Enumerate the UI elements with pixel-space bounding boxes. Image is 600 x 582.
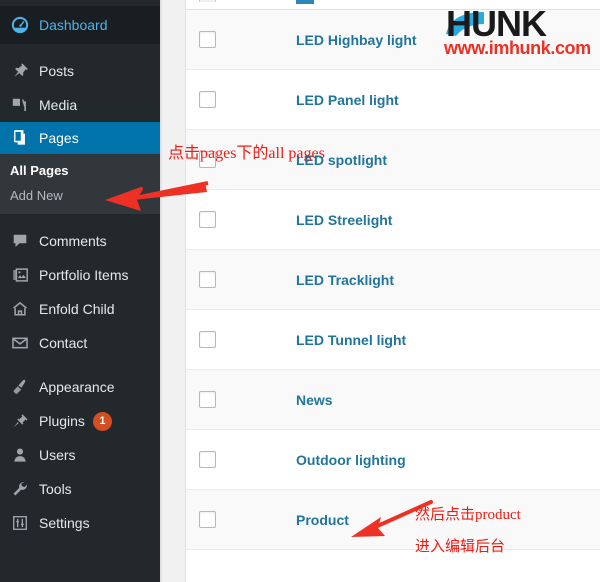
sidebar-item-tools[interactable]: Tools	[0, 472, 160, 506]
plug-icon	[10, 411, 30, 431]
comment-bubble-icon	[10, 231, 30, 251]
annotation-bottom-line2: 进入编辑后台	[415, 539, 506, 555]
admin-sidebar: Dashboard Posts Media Pages All Pages Ad…	[0, 0, 168, 582]
row-checkbox[interactable]	[199, 270, 216, 288]
user-icon	[10, 445, 30, 465]
sidebar-menu: Dashboard Posts Media Pages All Pages Ad…	[0, 6, 168, 540]
sidebar-item-label: Tools	[39, 481, 72, 497]
sidebar-item-label: Enfold Child	[39, 301, 115, 317]
sidebar-item-contact[interactable]: Contact	[0, 326, 160, 360]
pages-icon	[10, 128, 30, 148]
sidebar-item-label: Contact	[39, 335, 88, 351]
pages-list-table: LED Highbay light LED Panel light LED sp…	[185, 0, 600, 582]
row-checkbox[interactable]	[199, 210, 216, 228]
table-row[interactable]: LED Tunnel light	[186, 310, 600, 370]
submenu-item-add-new[interactable]: Add New	[0, 183, 160, 208]
sidebar-item-label: Dashboard	[39, 17, 108, 33]
sidebar-item-label: Media	[39, 97, 78, 113]
media-icon	[10, 95, 30, 115]
home-icon	[10, 299, 30, 319]
content-gutter	[160, 0, 185, 582]
sidebar-item-appearance[interactable]: Appearance	[0, 370, 160, 404]
table-row[interactable]: LED Tracklight	[186, 250, 600, 310]
row-checkbox[interactable]	[199, 510, 216, 528]
row-title-link[interactable]: LED Panel light	[296, 90, 399, 110]
sidebar-item-dashboard[interactable]: Dashboard	[0, 6, 160, 44]
sidebar-item-label: Settings	[39, 515, 90, 531]
row-checkbox[interactable]	[199, 30, 216, 48]
sidebar-item-label: Pages	[39, 130, 79, 146]
sidebar-divider-1	[0, 44, 160, 54]
table-row[interactable]: Product	[186, 490, 600, 550]
sidebar-item-plugins[interactable]: Plugins 1	[0, 404, 160, 438]
row-title-link[interactable]: LED Tracklight	[296, 270, 394, 290]
row-title-link[interactable]: Product	[296, 510, 349, 530]
sidebar-item-posts[interactable]: Posts	[0, 54, 160, 88]
pin-icon	[10, 61, 30, 81]
table-row[interactable]: LED Streelight	[186, 190, 600, 250]
row-checkbox-partial[interactable]	[199, 0, 216, 2]
sidebar-item-media[interactable]: Media	[0, 88, 160, 122]
row-title-link[interactable]: LED Tunnel light	[296, 330, 406, 350]
submenu-item-all-pages[interactable]: All Pages	[0, 158, 160, 183]
sidebar-divider-2	[0, 214, 160, 224]
table-row[interactable]: Outdoor lighting	[186, 430, 600, 490]
sliders-icon	[10, 513, 30, 533]
sidebar-item-label: Comments	[39, 233, 107, 249]
sidebar-divider-3	[0, 360, 160, 370]
sidebar-item-label: Portfolio Items	[39, 267, 129, 283]
row-title-link[interactable]: News	[296, 390, 333, 410]
table-row[interactable]: News	[186, 370, 600, 430]
table-row-partial	[186, 0, 600, 10]
gutter-shadow	[160, 0, 163, 582]
sidebar-item-comments[interactable]: Comments	[0, 224, 160, 258]
row-title-link[interactable]: LED Streelight	[296, 210, 392, 230]
wordpress-admin-screen: Dashboard Posts Media Pages All Pages Ad…	[0, 0, 600, 582]
sidebar-item-label: Users	[39, 447, 76, 463]
row-checkbox[interactable]	[199, 90, 216, 108]
row-checkbox[interactable]	[199, 330, 216, 348]
annotation-bottom-line1: 然后点击product	[415, 507, 521, 523]
row-checkbox[interactable]	[199, 450, 216, 468]
sidebar-item-portfolio-items[interactable]: Portfolio Items	[0, 258, 160, 292]
plugins-update-badge: 1	[92, 411, 112, 431]
table-row[interactable]: LED Highbay light	[186, 10, 600, 70]
row-checkbox[interactable]	[199, 390, 216, 408]
sidebar-item-pages[interactable]: Pages	[0, 122, 168, 154]
row-title-link[interactable]: LED Highbay light	[296, 30, 417, 50]
sidebar-item-label: Posts	[39, 63, 75, 79]
annotation-top-text: 点击pages下的all pages	[168, 145, 325, 162]
row-title-partial[interactable]	[296, 0, 314, 4]
sidebar-item-enfold-child[interactable]: Enfold Child	[0, 292, 160, 326]
main-content: LED Highbay light LED Panel light LED sp…	[160, 0, 600, 582]
dashboard-icon	[10, 15, 30, 35]
sidebar-item-label: Appearance	[39, 379, 115, 395]
envelope-icon	[10, 333, 30, 353]
table-row[interactable]: LED Panel light	[186, 70, 600, 130]
portfolio-icon	[10, 265, 30, 285]
sidebar-item-users[interactable]: Users	[0, 438, 160, 472]
paintbrush-icon	[10, 377, 30, 397]
pages-submenu: All Pages Add New	[0, 154, 160, 214]
row-title-link[interactable]: Outdoor lighting	[296, 450, 406, 470]
wrench-icon	[10, 479, 30, 499]
sidebar-item-settings[interactable]: Settings	[0, 506, 160, 540]
sidebar-item-label: Plugins	[39, 413, 85, 429]
